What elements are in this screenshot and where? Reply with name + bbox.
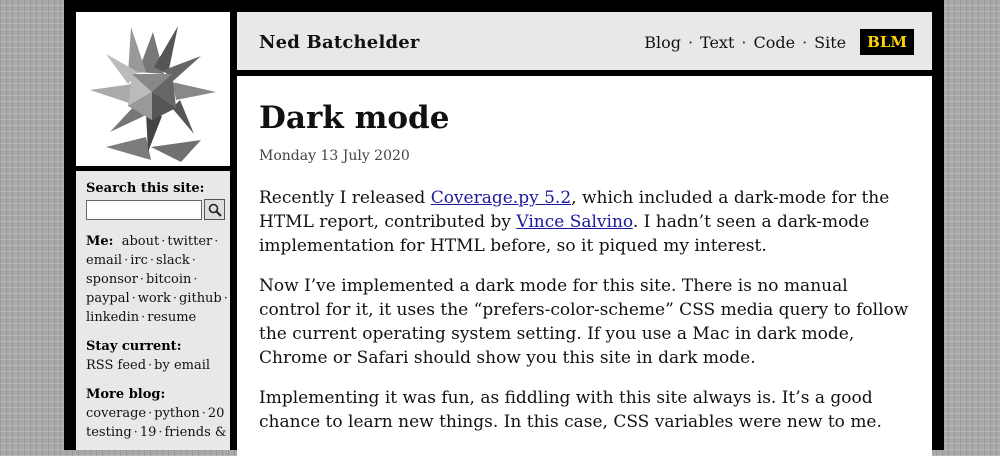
- more-blog-group: More blog: coverage · python · 20 testing · 19…: [86, 385, 230, 442]
- tag-link-20[interactable]: 20: [208, 406, 225, 421]
- me-link-bitcoin[interactable]: bitcoin: [146, 272, 191, 287]
- post-paragraph: Implementing it was fun, as fiddling wit…: [259, 388, 882, 432]
- more-blog-label: More blog:: [86, 387, 166, 402]
- me-link-irc[interactable]: irc: [130, 253, 148, 268]
- site-header: Ned Batchelder Blog · Text · Code · Site…: [237, 12, 932, 70]
- coverage-py-link[interactable]: Coverage.py 5.2: [431, 188, 571, 208]
- magnifier-icon: [208, 203, 222, 217]
- tag-link-testing[interactable]: testing: [86, 425, 132, 440]
- nav-site-link[interactable]: Site: [814, 33, 846, 52]
- rss-feed-link[interactable]: RSS feed: [86, 358, 146, 373]
- by-email-link[interactable]: by email: [154, 358, 210, 373]
- sidebar: Search this site: Me: about · twitter · ema…: [76, 171, 230, 450]
- me-link-paypal[interactable]: paypal: [86, 291, 130, 306]
- nav-text-link[interactable]: Text: [700, 33, 734, 52]
- search-label: Search this site:: [86, 181, 205, 196]
- tag-link-python[interactable]: python: [154, 406, 199, 421]
- vince-salvino-link[interactable]: Vince Salvino: [516, 212, 633, 232]
- me-link-twitter[interactable]: twitter: [167, 234, 212, 249]
- site-name[interactable]: Ned Batchelder: [259, 32, 420, 53]
- me-link-linkedin[interactable]: linkedin: [86, 310, 139, 325]
- me-link-github[interactable]: github: [179, 291, 222, 306]
- search-button[interactable]: [204, 199, 225, 220]
- nav-separator: ·: [802, 32, 808, 52]
- me-link-email[interactable]: email: [86, 253, 122, 268]
- search-input[interactable]: [86, 199, 202, 220]
- stay-current-label: Stay current:: [86, 339, 182, 354]
- nav-separator: ·: [741, 32, 747, 52]
- post-paragraph: Now I’ve implemented a dark mode for thi…: [259, 276, 909, 368]
- post-paragraph: Recently I released Coverage.py 5.2, whi…: [259, 186, 914, 258]
- stellated-star-logo-icon[interactable]: [76, 12, 230, 166]
- blm-badge-link[interactable]: BLM: [860, 29, 914, 55]
- search-row: [86, 199, 230, 220]
- tag-link-friends[interactable]: friends &: [165, 425, 227, 440]
- me-link-resume[interactable]: resume: [147, 310, 196, 325]
- tag-link-coverage[interactable]: coverage: [86, 406, 146, 421]
- me-links-group: Me: about · twitter · email · irc · slack · spon…: [86, 234, 228, 325]
- tag-link-19[interactable]: 19: [140, 425, 157, 440]
- post-title: Dark mode: [259, 100, 450, 136]
- main-content: Dark mode Monday 13 July 2020 Recently I…: [237, 76, 932, 456]
- post-date: Monday 13 July 2020: [259, 148, 410, 164]
- me-label: Me:: [86, 234, 114, 249]
- me-link-slack[interactable]: slack: [156, 253, 190, 268]
- nav-blog-link[interactable]: Blog: [644, 33, 681, 52]
- me-link-sponsor[interactable]: sponsor: [86, 272, 138, 287]
- paragraph-text: Recently I released: [259, 188, 431, 208]
- stay-current-group: Stay current: RSS feed · by email: [86, 337, 230, 375]
- me-link-work[interactable]: work: [138, 291, 171, 306]
- top-nav: Blog · Text · Code · Site BLM: [644, 29, 914, 55]
- logo-panel: [76, 12, 230, 166]
- post-body: Recently I released Coverage.py 5.2, whi…: [259, 186, 914, 450]
- nav-code-link[interactable]: Code: [753, 33, 795, 52]
- me-link-about[interactable]: about: [122, 234, 160, 249]
- nav-separator: ·: [687, 32, 694, 52]
